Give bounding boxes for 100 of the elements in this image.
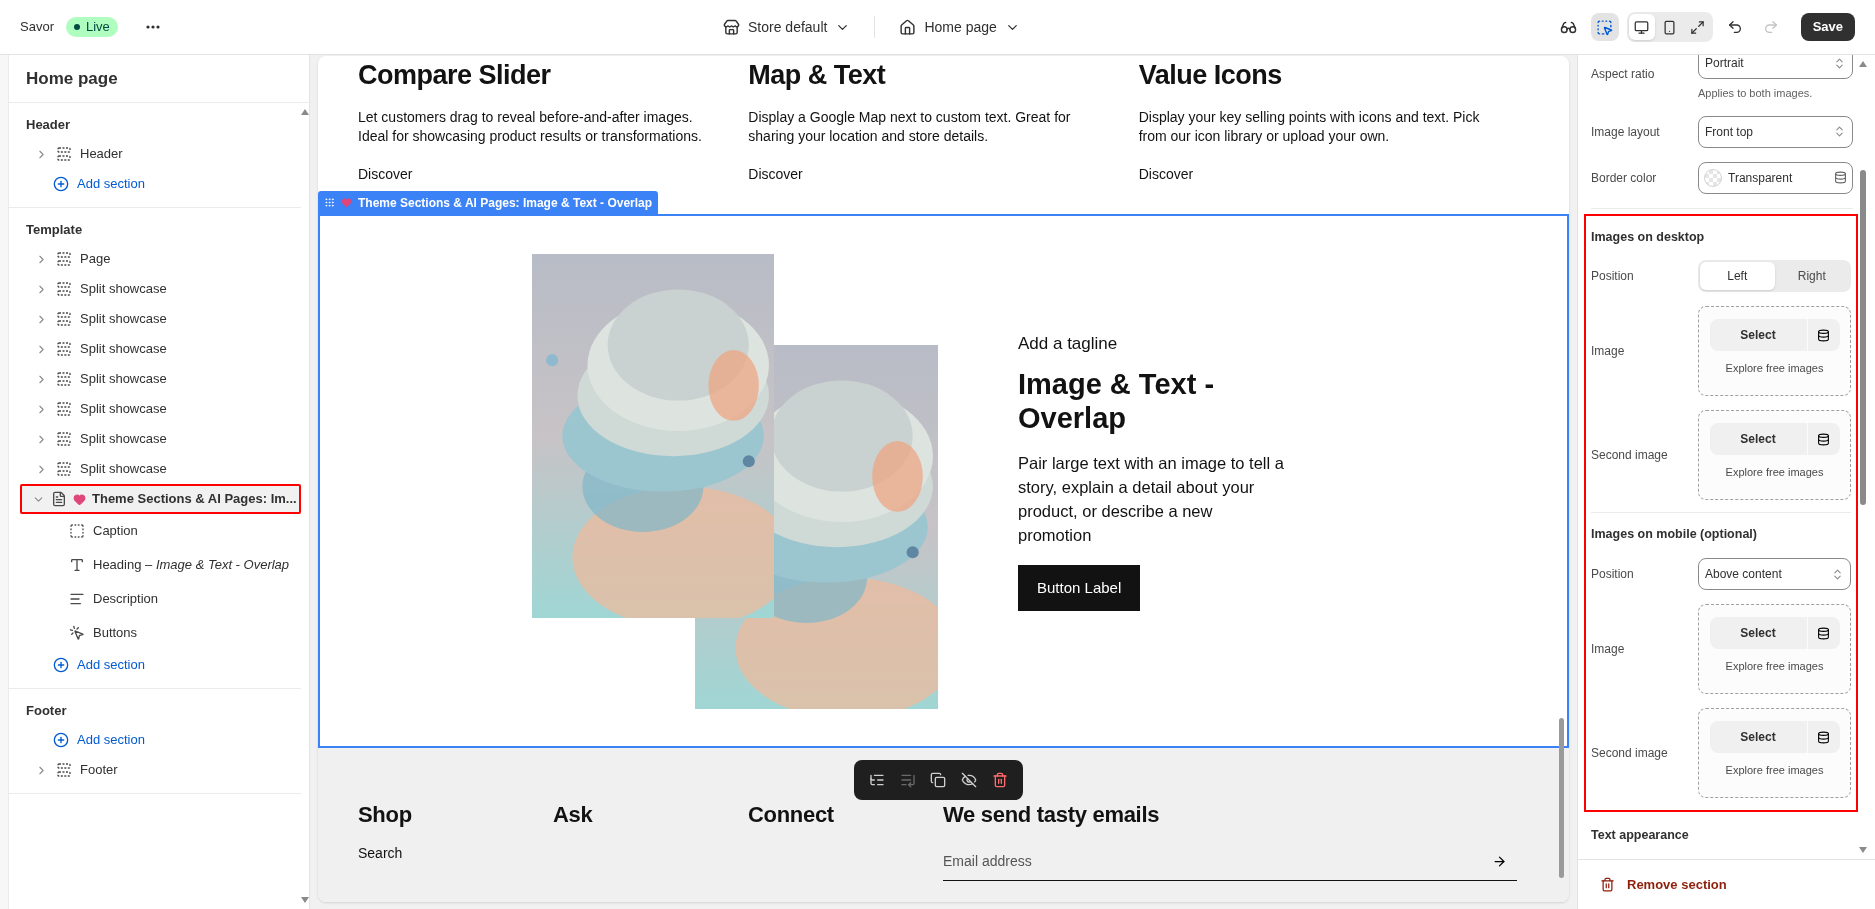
select-button[interactable]: Select xyxy=(1709,617,1807,649)
select-field[interactable]: Front top xyxy=(1698,115,1853,148)
save-button[interactable]: Save xyxy=(1800,13,1855,41)
footer-heading: Ask xyxy=(553,801,594,829)
section-icon xyxy=(56,146,72,162)
discover-link[interactable]: Discover xyxy=(1138,166,1194,183)
cta-button[interactable]: Button Label xyxy=(1018,564,1141,611)
data-source-button[interactable] xyxy=(1807,617,1840,649)
block-item[interactable]: Heading – Image & Text - Overlap xyxy=(9,548,301,582)
inspector-button[interactable] xyxy=(1590,13,1619,41)
color-swatch xyxy=(1704,168,1722,187)
column-text: Display your key selling points with icons and text. Pick from our icon library or upload your own. xyxy=(1138,108,1481,146)
select-button[interactable]: Select xyxy=(1709,319,1807,352)
block-item[interactable]: Buttons xyxy=(9,616,301,650)
section-icon xyxy=(56,281,72,297)
segment-option[interactable]: Left xyxy=(1700,262,1775,291)
field-label: Aspect ratio xyxy=(1591,66,1656,84)
section-description: Pair large text with an image to tell a story, explain a detail about your product, or describe a new promotion xyxy=(1018,452,1285,546)
block-item[interactable]: Caption xyxy=(9,514,301,548)
add-icon xyxy=(53,732,69,748)
field-label: Border color xyxy=(1591,169,1658,187)
add-section-button[interactable]: Add section xyxy=(9,650,145,680)
store-name: Savor xyxy=(20,18,54,37)
column-text: Let customers drag to reveal before-and-after images. Ideal for showcasing product results or transformations. xyxy=(358,108,703,146)
add-section-button[interactable]: Add section xyxy=(9,169,145,199)
data-source-button[interactable] xyxy=(1807,423,1840,456)
block-item[interactable]: Description xyxy=(9,582,301,616)
section-item[interactable]: Theme Sections & AI Pages: Im... xyxy=(20,484,301,514)
move-down-icon[interactable] xyxy=(899,772,916,788)
column-text: Display a Google Map next to custom text. Great for sharing your location and store details. xyxy=(748,108,1072,146)
data-source-button[interactable] xyxy=(1807,721,1840,753)
discover-link[interactable]: Discover xyxy=(358,166,413,183)
section-item[interactable]: Split showcase xyxy=(9,454,301,484)
store-menu[interactable]: Store default xyxy=(723,16,851,38)
drag-icon xyxy=(324,197,335,208)
section-item[interactable]: Footer xyxy=(9,755,301,785)
section-item[interactable]: Header xyxy=(9,139,301,169)
section-heading: Image & Text - Overlap xyxy=(1018,366,1216,435)
select-field[interactable]: Portrait xyxy=(1698,55,1853,79)
move-up-icon[interactable] xyxy=(869,772,886,788)
explore-link[interactable]: Explore free images xyxy=(1725,762,1824,779)
mobile-icon xyxy=(1662,19,1678,35)
field-label: Image xyxy=(1591,343,1626,361)
delete-icon[interactable] xyxy=(991,772,1008,788)
column-heading: Map & Text xyxy=(748,59,887,92)
section-item[interactable]: Split showcase xyxy=(9,424,301,454)
section-icon xyxy=(56,431,72,447)
data-source-button[interactable] xyxy=(1807,319,1840,352)
more-button[interactable] xyxy=(145,25,160,29)
section-label[interactable]: Theme Sections & AI Pages: Image & Text - Overlap xyxy=(318,191,659,214)
heading-icon xyxy=(69,557,85,573)
footer-link[interactable]: Search xyxy=(358,843,553,864)
field-label: Second image xyxy=(1591,745,1669,762)
select-field[interactable]: Above content xyxy=(1698,558,1851,590)
home-icon xyxy=(899,18,917,36)
desktop-view-button[interactable] xyxy=(1628,14,1655,40)
section-item[interactable]: Split showcase xyxy=(9,334,301,364)
explore-link[interactable]: Explore free images xyxy=(1725,464,1824,481)
select-button[interactable]: Select xyxy=(1709,721,1807,753)
duplicate-icon[interactable] xyxy=(930,772,947,788)
scroll-down-icon[interactable] xyxy=(300,897,309,903)
section-icon xyxy=(56,762,72,778)
scroll-down-icon[interactable] xyxy=(1859,847,1867,853)
group-heading: Header xyxy=(25,116,72,134)
hide-icon[interactable] xyxy=(961,772,978,788)
page-menu[interactable]: Home page xyxy=(899,16,1020,38)
updown-icon xyxy=(1833,56,1846,70)
discover-link[interactable]: Discover xyxy=(748,166,803,183)
section-item[interactable]: Split showcase xyxy=(9,304,301,334)
updown-icon xyxy=(1831,567,1844,581)
section-item[interactable]: Page xyxy=(9,244,301,274)
redo-icon xyxy=(1762,19,1779,35)
scroll-up-icon[interactable] xyxy=(1859,61,1867,67)
field-label: Image layout xyxy=(1591,123,1661,141)
scroll-up-icon[interactable] xyxy=(300,109,309,115)
group-heading: Images on mobile (optional) xyxy=(1591,526,1758,544)
section-item[interactable]: Split showcase xyxy=(9,364,301,394)
data-source-icon[interactable] xyxy=(1834,171,1847,184)
fullscreen-icon xyxy=(1690,19,1706,35)
section-item[interactable]: Split showcase xyxy=(9,394,301,424)
section-icon xyxy=(56,311,72,327)
heart-icon xyxy=(73,492,86,506)
select-button[interactable]: Select xyxy=(1709,423,1807,456)
group-heading: Template xyxy=(25,221,84,239)
status-badge: Live xyxy=(65,17,118,37)
section-item[interactable]: Split showcase xyxy=(9,274,301,304)
color-field[interactable]: Transparent xyxy=(1698,161,1853,194)
pointer-icon xyxy=(1596,18,1614,36)
group-heading: Footer xyxy=(25,702,68,720)
submit-arrow-icon[interactable] xyxy=(1492,854,1507,869)
tagline: Add a tagline xyxy=(1018,333,1119,356)
explore-link[interactable]: Explore free images xyxy=(1725,360,1824,377)
remove-section-button[interactable]: Remove section xyxy=(1600,874,1727,895)
field-label: Image xyxy=(1591,641,1626,658)
help-text: Applies to both images. xyxy=(1698,86,1814,101)
segment-option[interactable]: Right xyxy=(1774,262,1849,291)
field-label: Position xyxy=(1591,566,1635,583)
email-field[interactable]: Email address xyxy=(943,851,1492,872)
add-section-button[interactable]: Add section xyxy=(9,725,145,755)
explore-link[interactable]: Explore free images xyxy=(1725,658,1824,675)
